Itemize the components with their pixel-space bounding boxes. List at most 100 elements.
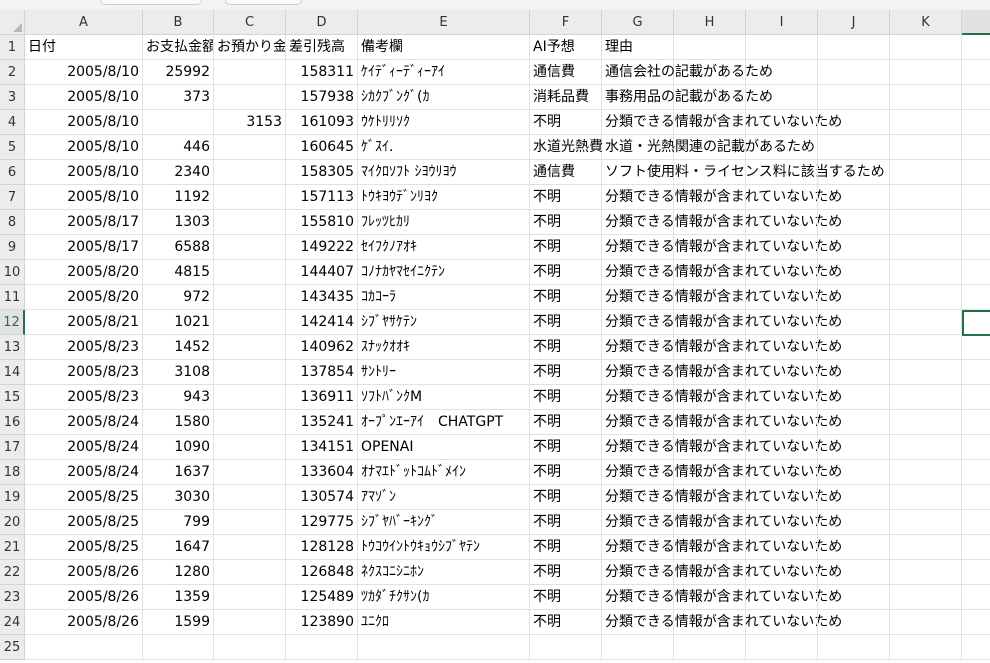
cell-k7[interactable] <box>890 185 962 210</box>
cell-i15[interactable] <box>746 385 818 410</box>
cell-b21[interactable]: 1647 <box>143 535 214 560</box>
cell-f14[interactable]: 不明 <box>530 360 602 385</box>
cell-l10[interactable] <box>962 260 990 285</box>
cell-a1[interactable]: 日付 <box>25 35 143 60</box>
cell-a19[interactable]: 2005/8/25 <box>25 485 143 510</box>
row-header-12[interactable]: 12 <box>0 310 25 335</box>
cell-k16[interactable] <box>890 410 962 435</box>
cell-c16[interactable] <box>214 410 286 435</box>
cell-j5[interactable] <box>818 135 890 160</box>
cell-l2[interactable] <box>962 60 990 85</box>
cell-b8[interactable]: 1303 <box>143 210 214 235</box>
cell-f16[interactable]: 不明 <box>530 410 602 435</box>
cell-b23[interactable]: 1359 <box>143 585 214 610</box>
cell-j11[interactable] <box>818 285 890 310</box>
cell-h22[interactable] <box>674 560 746 585</box>
cell-e5[interactable]: ｹﾞｽｲ. <box>358 135 530 160</box>
row-header-7[interactable]: 7 <box>0 185 25 210</box>
cell-k9[interactable] <box>890 235 962 260</box>
cell-j10[interactable] <box>818 260 890 285</box>
cell-d22[interactable]: 126848 <box>286 560 358 585</box>
cell-k19[interactable] <box>890 485 962 510</box>
cell-h10[interactable] <box>674 260 746 285</box>
column-header-h[interactable]: H <box>674 10 746 35</box>
cell-e2[interactable]: ｹｲﾃﾞｨｰﾃﾞｨｰｱｲ <box>358 60 530 85</box>
cell-l6[interactable] <box>962 160 990 185</box>
cell-a8[interactable]: 2005/8/17 <box>25 210 143 235</box>
cell-b17[interactable]: 1090 <box>143 435 214 460</box>
cell-a20[interactable]: 2005/8/25 <box>25 510 143 535</box>
cell-d2[interactable]: 158311 <box>286 60 358 85</box>
cell-h23[interactable] <box>674 585 746 610</box>
cell-c5[interactable] <box>214 135 286 160</box>
column-header-f[interactable]: F <box>530 10 602 35</box>
cell-g2[interactable]: 通信会社の記載があるため <box>602 60 773 85</box>
cell-l18[interactable] <box>962 460 990 485</box>
cell-g7[interactable]: 分類できる情報が含まれていないため <box>602 185 842 210</box>
cell-f1[interactable]: AI予想 <box>530 35 602 60</box>
cell-c1[interactable]: お預かり金額 <box>214 35 286 60</box>
cell-l13[interactable] <box>962 335 990 360</box>
cell-a22[interactable]: 2005/8/26 <box>25 560 143 585</box>
cell-c7[interactable] <box>214 185 286 210</box>
cell-c15[interactable] <box>214 385 286 410</box>
spreadsheet-grid[interactable]: ABCDEFGHIJK1日付お支払金額お預かり金額差引残高備考欄AI予想理由22… <box>0 10 990 663</box>
cell-g12[interactable]: 分類できる情報が含まれていないため <box>602 310 842 335</box>
cell-i16[interactable] <box>746 410 818 435</box>
select-all-button[interactable] <box>0 10 25 35</box>
cell-h19[interactable] <box>674 485 746 510</box>
cell-h17[interactable] <box>674 435 746 460</box>
cell-a12[interactable]: 2005/8/21 <box>25 310 143 335</box>
cell-g16[interactable]: 分類できる情報が含まれていないため <box>602 410 842 435</box>
cell-c20[interactable] <box>214 510 286 535</box>
column-header-k[interactable]: K <box>890 10 962 35</box>
cell-l7[interactable] <box>962 185 990 210</box>
cell-f17[interactable]: 不明 <box>530 435 602 460</box>
cell-h8[interactable] <box>674 210 746 235</box>
cell-j24[interactable] <box>818 610 890 635</box>
cell-e12[interactable]: ｼﾌﾞﾔｻｹﾃﾝ <box>358 310 530 335</box>
row-header-5[interactable]: 5 <box>0 135 25 160</box>
cell-j8[interactable] <box>818 210 890 235</box>
cell-j12[interactable] <box>818 310 890 335</box>
cell-d24[interactable]: 123890 <box>286 610 358 635</box>
cell-c18[interactable] <box>214 460 286 485</box>
column-header-d[interactable]: D <box>286 10 358 35</box>
row-header-3[interactable]: 3 <box>0 85 25 110</box>
active-cell-selection[interactable] <box>962 310 990 336</box>
cell-j7[interactable] <box>818 185 890 210</box>
cell-b22[interactable]: 1280 <box>143 560 214 585</box>
cell-b1[interactable]: お支払金額 <box>143 35 214 60</box>
cell-h4[interactable] <box>674 110 746 135</box>
cell-h6[interactable] <box>674 160 746 185</box>
cell-e9[interactable]: ｾｲﾌｸﾉｱｵｷ <box>358 235 530 260</box>
cell-l24[interactable] <box>962 610 990 635</box>
cell-b9[interactable]: 6588 <box>143 235 214 260</box>
cell-h5[interactable] <box>674 135 746 160</box>
cell-f25[interactable] <box>530 635 602 660</box>
cell-i2[interactable] <box>746 60 818 85</box>
cell-i18[interactable] <box>746 460 818 485</box>
cell-j22[interactable] <box>818 560 890 585</box>
cell-g22[interactable]: 分類できる情報が含まれていないため <box>602 560 842 585</box>
cell-e10[interactable]: ｺﾉﾅｶﾔﾏｾｲﾆｸﾃﾝ <box>358 260 530 285</box>
cell-b25[interactable] <box>143 635 214 660</box>
cell-d10[interactable]: 144407 <box>286 260 358 285</box>
cell-e19[interactable]: ｱﾏｿﾞﾝ <box>358 485 530 510</box>
cell-i23[interactable] <box>746 585 818 610</box>
row-header-9[interactable]: 9 <box>0 235 25 260</box>
cell-l14[interactable] <box>962 360 990 385</box>
cell-j25[interactable] <box>818 635 890 660</box>
cell-g8[interactable]: 分類できる情報が含まれていないため <box>602 210 842 235</box>
cell-d6[interactable]: 158305 <box>286 160 358 185</box>
cell-k8[interactable] <box>890 210 962 235</box>
cell-c24[interactable] <box>214 610 286 635</box>
row-header-11[interactable]: 11 <box>0 285 25 310</box>
cell-a6[interactable]: 2005/8/10 <box>25 160 143 185</box>
cell-d14[interactable]: 137854 <box>286 360 358 385</box>
cell-e13[interactable]: ｽﾅｯｸｵｵｷ <box>358 335 530 360</box>
cell-b24[interactable]: 1599 <box>143 610 214 635</box>
cell-a16[interactable]: 2005/8/24 <box>25 410 143 435</box>
cell-g19[interactable]: 分類できる情報が含まれていないため <box>602 485 842 510</box>
cell-a4[interactable]: 2005/8/10 <box>25 110 143 135</box>
